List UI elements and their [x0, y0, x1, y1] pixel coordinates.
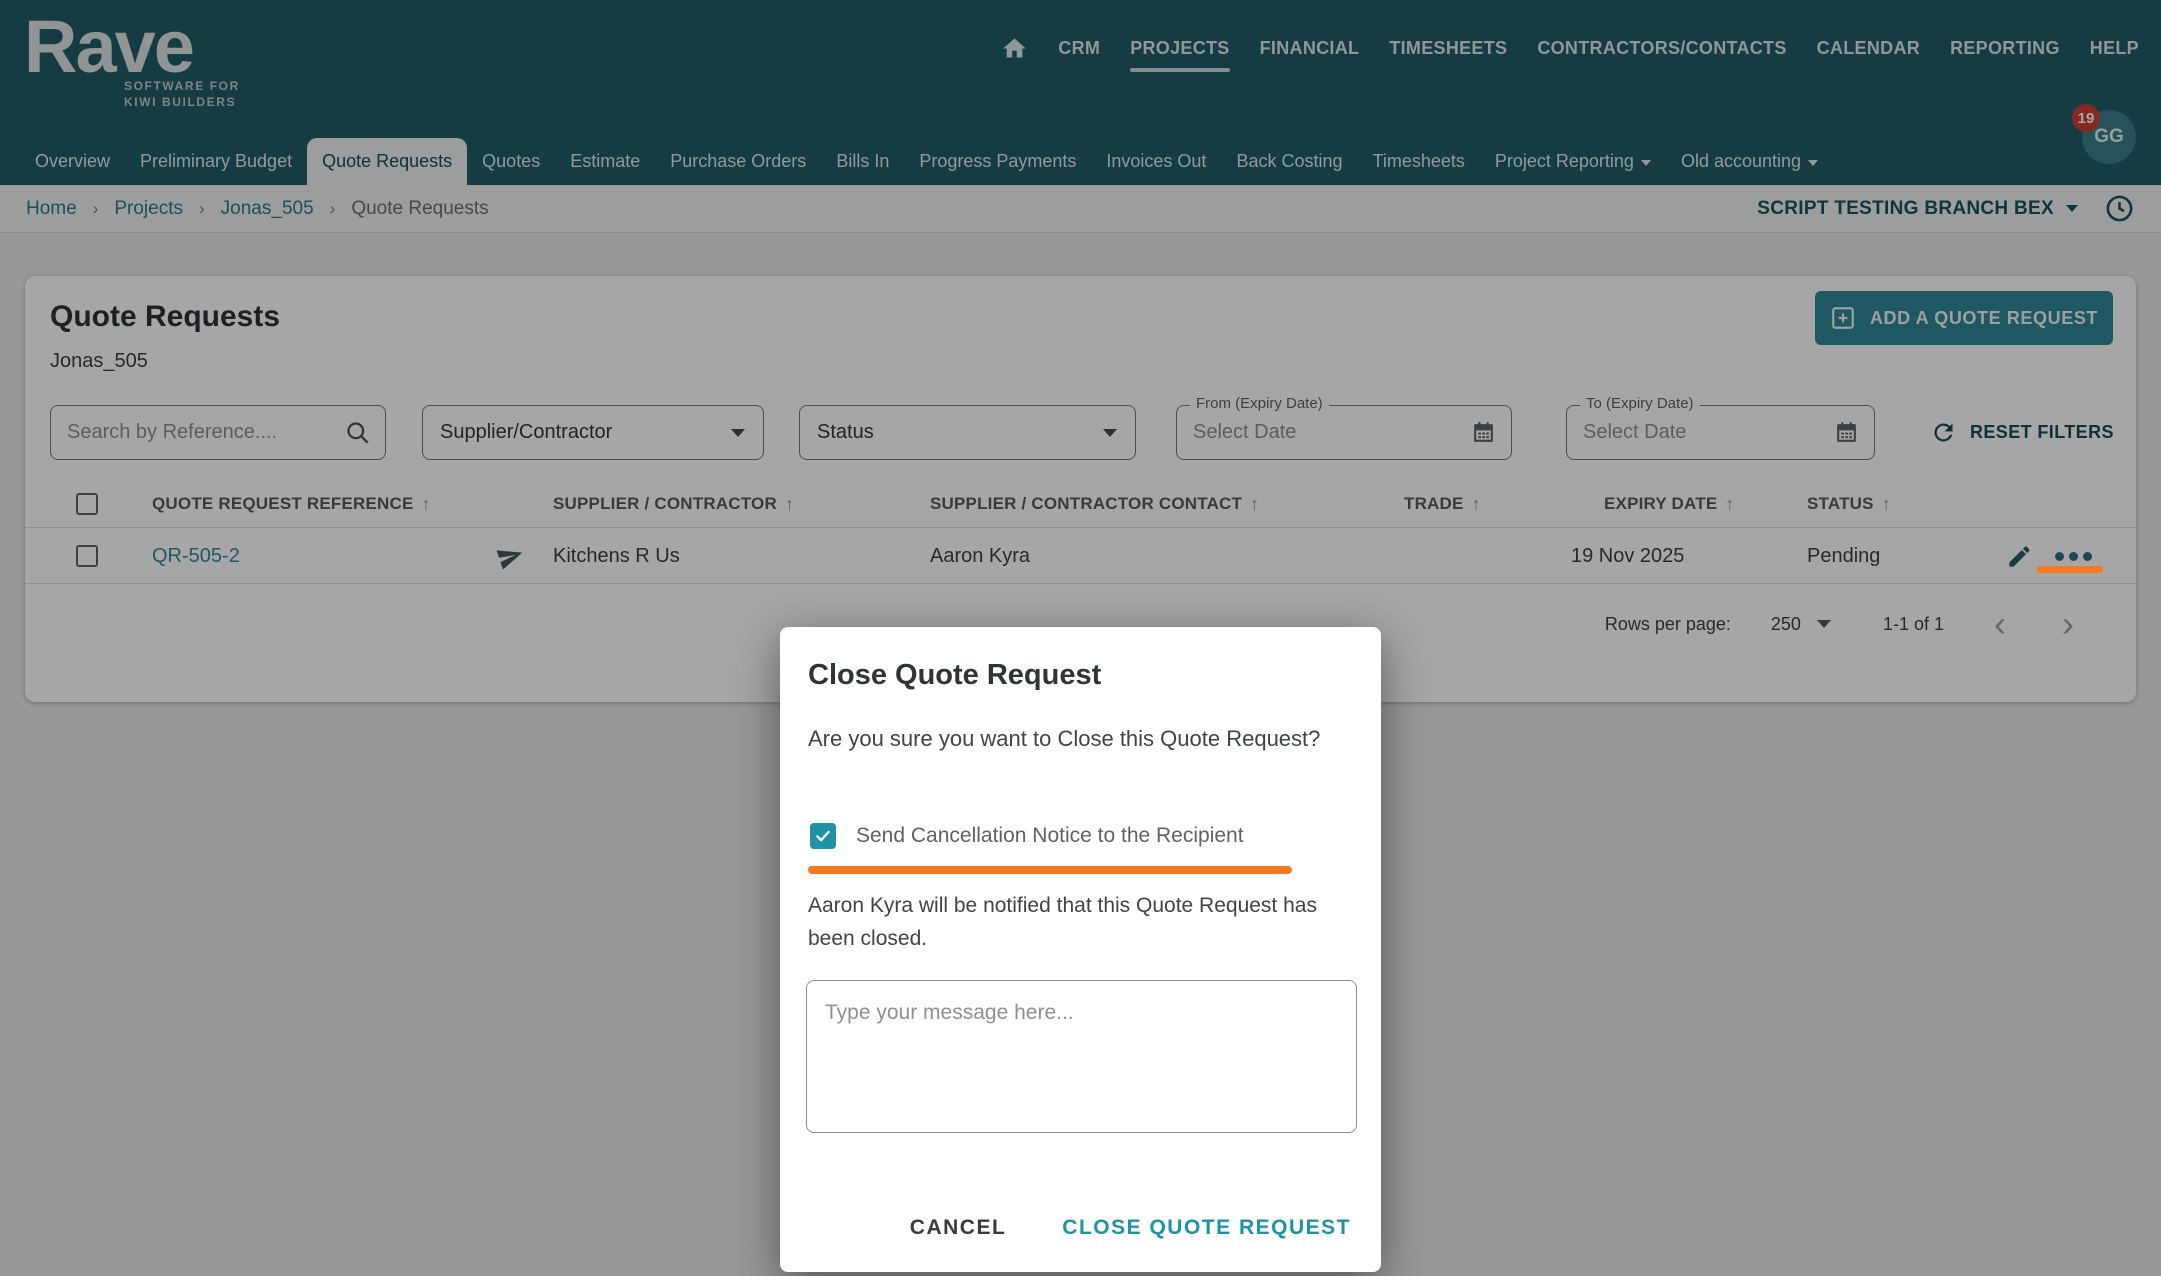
tutorial-highlight-bar: [2037, 566, 2103, 573]
cancel-button[interactable]: CANCEL: [906, 1208, 1011, 1248]
checkbox-checked-icon[interactable]: [810, 823, 836, 849]
checkbox-label: Send Cancellation Notice to the Recipien…: [856, 824, 1244, 848]
close-quote-request-modal: Close Quote Request Are you sure you wan…: [780, 627, 1381, 1272]
tutorial-highlight-bar: [808, 866, 1292, 874]
close-quote-request-button[interactable]: CLOSE QUOTE REQUEST: [1058, 1208, 1355, 1248]
modal-notice: Aaron Kyra will be notified that this Qu…: [808, 889, 1353, 955]
modal-question: Are you sure you want to Close this Quot…: [808, 722, 1328, 756]
modal-title: Close Quote Request: [808, 659, 1101, 692]
message-textarea[interactable]: [806, 980, 1357, 1133]
send-cancellation-checkbox-row[interactable]: Send Cancellation Notice to the Recipien…: [810, 823, 1244, 849]
modal-actions: CANCEL CLOSE QUOTE REQUEST: [906, 1208, 1355, 1248]
